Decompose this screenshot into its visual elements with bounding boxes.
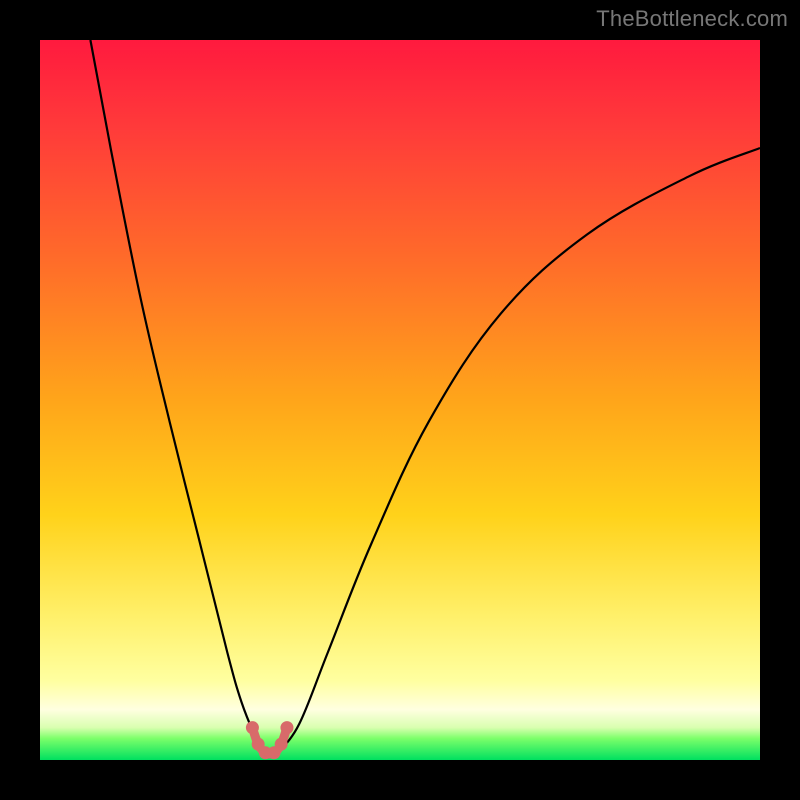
plot-area	[40, 40, 760, 760]
chart-svg	[40, 40, 760, 760]
bottom-marker-dots	[246, 721, 294, 759]
marker-dot	[246, 721, 259, 734]
left-branch-curve	[90, 40, 263, 753]
marker-dot	[275, 738, 288, 751]
right-branch-curve	[278, 148, 760, 753]
watermark-text: TheBottleneck.com	[596, 6, 788, 32]
marker-dot	[280, 721, 293, 734]
chart-frame: TheBottleneck.com	[0, 0, 800, 800]
